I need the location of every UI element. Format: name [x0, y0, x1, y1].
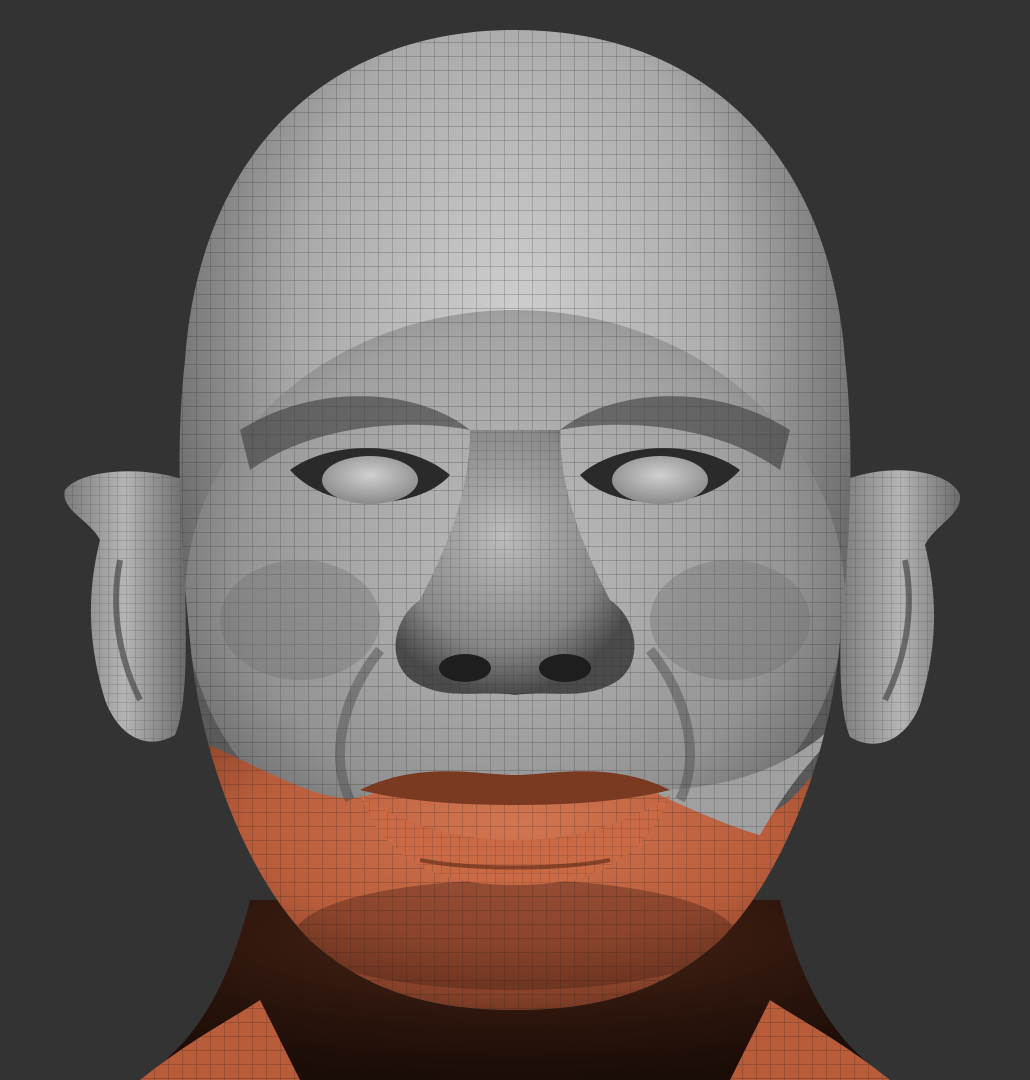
left-ear-mesh — [64, 471, 186, 742]
sculpt-model-render[interactable] — [0, 0, 1030, 1080]
3d-viewport[interactable] — [0, 0, 1030, 1080]
right-ear-mesh — [840, 470, 961, 744]
